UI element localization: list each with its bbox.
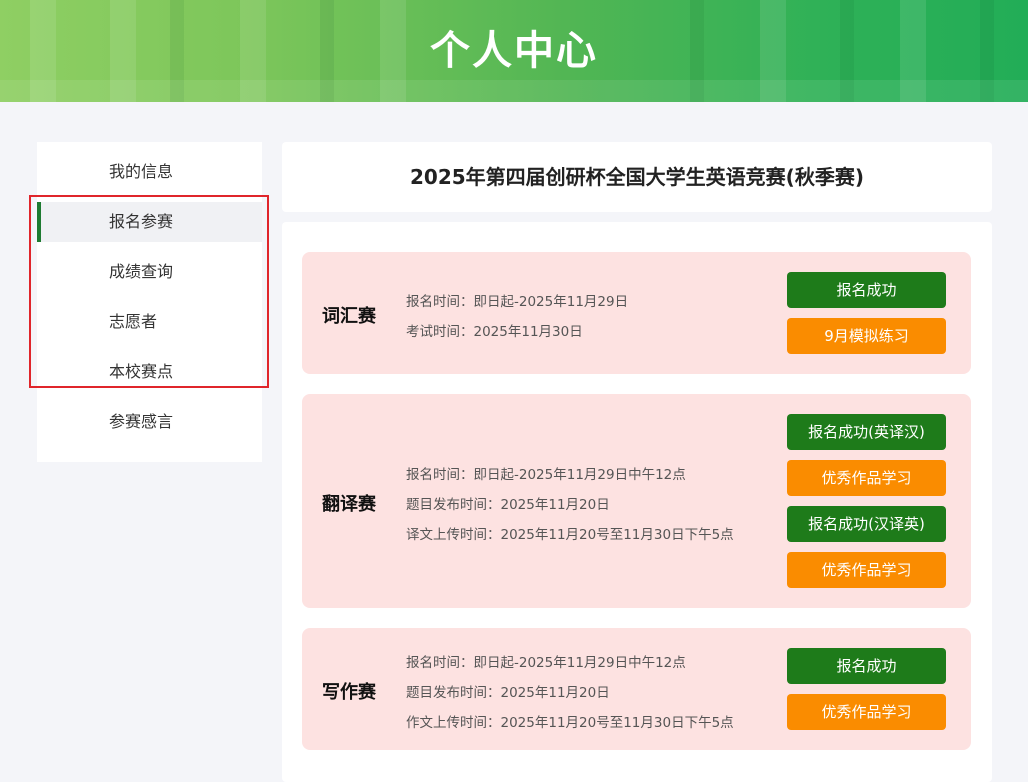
competition-name: 词汇赛 [322,306,376,327]
page-title: 个人中心 [430,28,598,74]
sidebar-item-label: 我的信息 [109,162,174,181]
sidebar-item-my-info[interactable]: 我的信息 [37,152,262,192]
registered-en-zh-button[interactable]: 报名成功(英译汉) [787,414,946,450]
competition-name: 写作赛 [322,682,376,703]
sidebar-item-label: 参赛感言 [109,412,174,431]
sidebar-item-testimonials[interactable]: 参赛感言 [37,402,262,442]
highlight-box [29,195,269,388]
mock-practice-button[interactable]: 9月模拟练习 [787,318,946,354]
header-banner: 个人中心 [0,0,1028,102]
competition-card-translation: 翻译赛 报名时间：即日起-2025年11月29日中午12点 题目发布时间：202… [302,394,971,608]
exam-time: 考试时间：2025年11月30日 [406,324,583,340]
topic-release-time: 题目发布时间：2025年11月20日 [406,685,610,701]
excellent-works-button[interactable]: 优秀作品学习 [787,552,946,588]
registration-time: 报名时间：即日起-2025年11月29日 [406,294,629,310]
registration-time: 报名时间：即日起-2025年11月29日中午12点 [406,467,686,483]
topic-release-time: 题目发布时间：2025年11月20日 [406,497,610,513]
contest-title: 2025年第四届创研杯全国大学生英语竞赛(秋季赛) [282,142,992,212]
registered-button[interactable]: 报名成功 [787,272,946,308]
registration-time: 报名时间：即日起-2025年11月29日中午12点 [406,655,686,671]
excellent-works-button[interactable]: 优秀作品学习 [787,694,946,730]
upload-time: 译文上传时间：2025年11月20号至11月30日下午5点 [406,527,734,543]
registered-button[interactable]: 报名成功 [787,648,946,684]
competition-card-writing: 写作赛 报名时间：即日起-2025年11月29日中午12点 题目发布时间：202… [302,628,971,750]
competition-name: 翻译赛 [322,494,376,515]
registered-zh-en-button[interactable]: 报名成功(汉译英) [787,506,946,542]
competition-card-vocabulary: 词汇赛 报名时间：即日起-2025年11月29日 考试时间：2025年11月30… [302,252,971,374]
competition-panel: 词汇赛 报名时间：即日起-2025年11月29日 考试时间：2025年11月30… [282,222,992,782]
upload-time: 作文上传时间：2025年11月20号至11月30日下午5点 [406,715,734,731]
excellent-works-button[interactable]: 优秀作品学习 [787,460,946,496]
